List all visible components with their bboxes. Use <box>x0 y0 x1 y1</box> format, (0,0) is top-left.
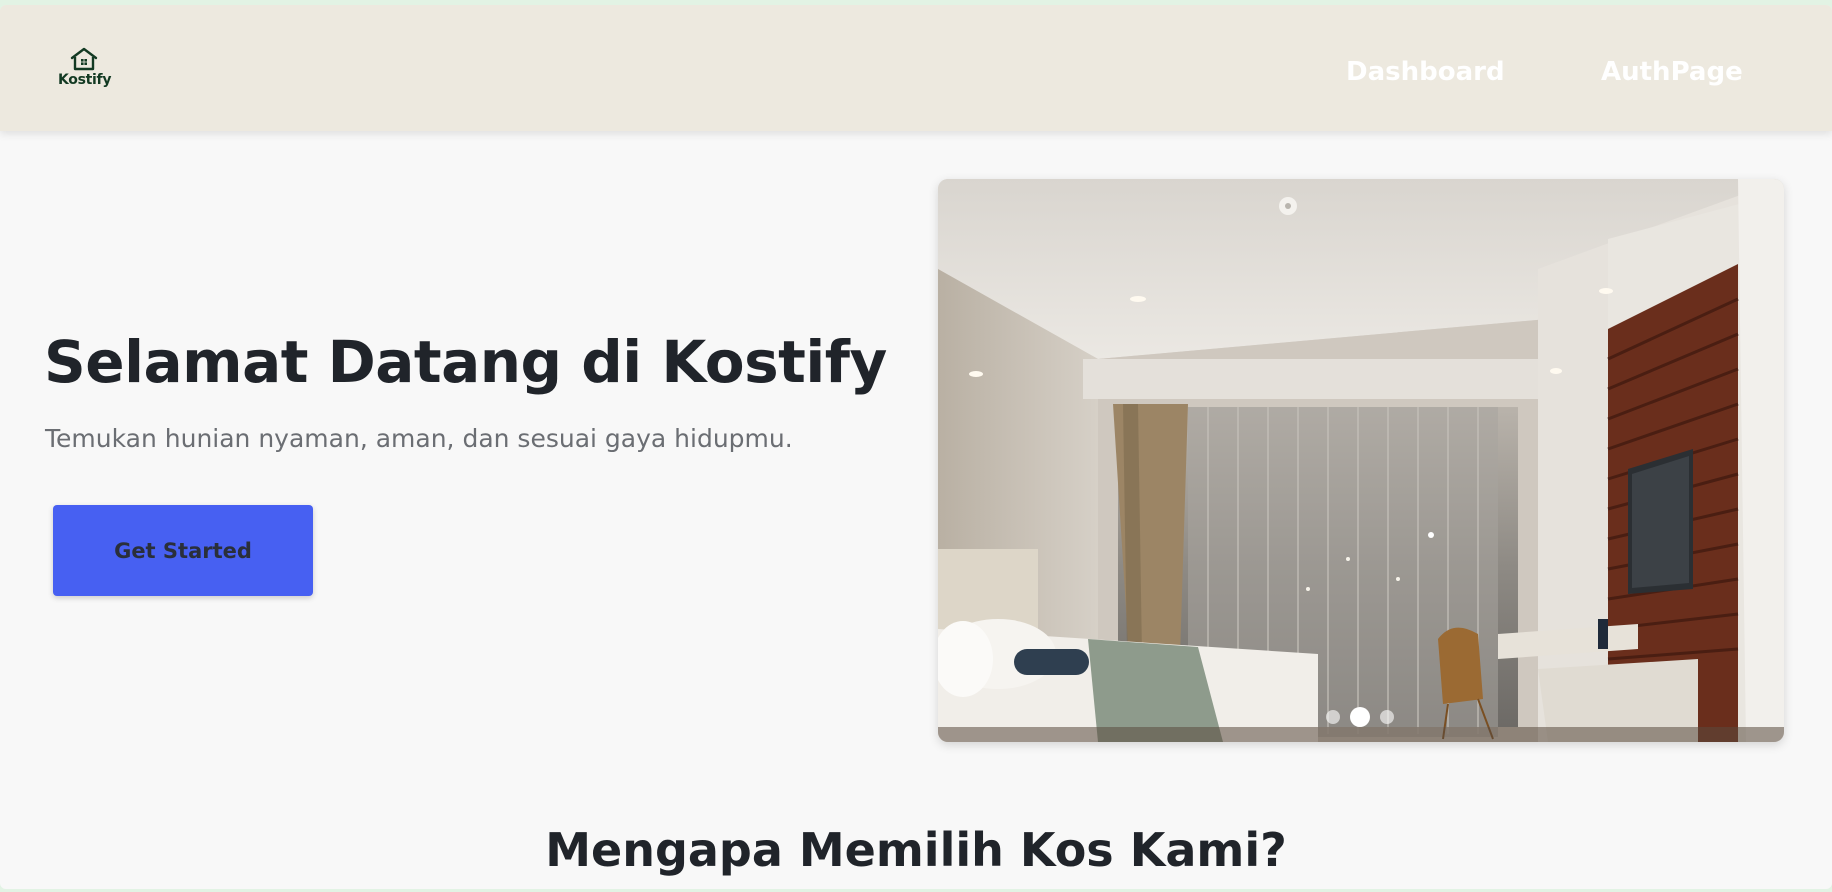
carousel-dot-3[interactable] <box>1380 710 1394 724</box>
hero-title: Selamat Datang di Kostify <box>44 328 887 396</box>
image-carousel[interactable] <box>938 179 1784 742</box>
navbar: Kostify Dashboard AuthPage <box>0 5 1832 131</box>
nav-link-authpage[interactable]: AuthPage <box>1601 57 1743 87</box>
section-title: Mengapa Memilih Kos Kami? <box>545 823 1287 877</box>
nav-link-dashboard[interactable]: Dashboard <box>1346 57 1505 87</box>
hotel-room-image <box>938 179 1784 742</box>
get-started-button[interactable]: Get Started <box>53 505 313 596</box>
carousel-dot-1[interactable] <box>1326 710 1340 724</box>
page: Kostify Dashboard AuthPage Selamat Datan… <box>0 5 1832 889</box>
house-icon <box>70 47 98 71</box>
carousel-dot-2[interactable] <box>1350 707 1370 727</box>
logo[interactable]: Kostify <box>58 47 112 97</box>
logo-text: Kostify <box>58 72 112 88</box>
hero-subtitle: Temukan hunian nyaman, aman, dan sesuai … <box>45 424 793 453</box>
